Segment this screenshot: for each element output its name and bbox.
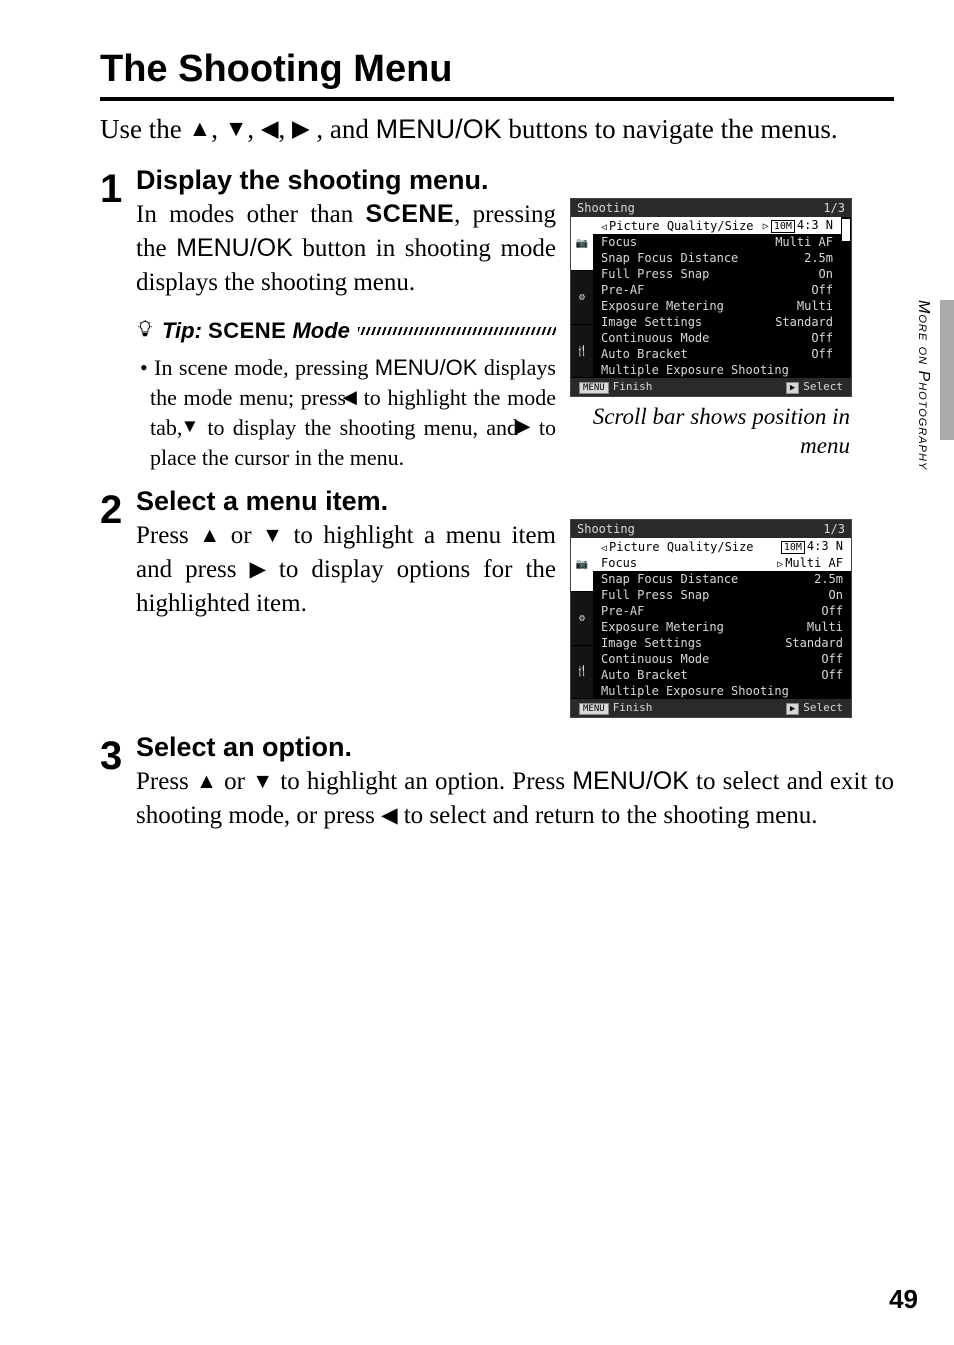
left-icon-2: ◀ <box>353 389 357 408</box>
menu-ok-label-3: MENU/OK <box>375 355 478 380</box>
step-3-num: 3 <box>100 732 136 833</box>
tip-scene: SCENE <box>208 318 286 343</box>
s3c: to highlight an option. Press <box>273 768 572 795</box>
step-1: 1 Display the shooting menu. In modes ot… <box>100 165 894 472</box>
side-tab <box>940 300 954 440</box>
step-1-head: Display the shooting menu. <box>136 165 894 196</box>
intro-a: Use the <box>100 114 188 144</box>
sep: , <box>247 114 261 144</box>
step-2: 2 Select a menu item. Press ▲ or ▼ to hi… <box>100 486 894 718</box>
step-3: 3 Select an option. Press ▲ or ▼ to high… <box>100 732 894 833</box>
step-2-num: 2 <box>100 486 136 718</box>
menu-ok-label-2: MENU/OK <box>176 234 293 262</box>
bullet: • <box>140 355 148 380</box>
tip-label: Tip: <box>162 318 202 343</box>
s3e: to select and return to the shooting men… <box>397 802 817 829</box>
left-icon: ◀ <box>261 118 279 141</box>
up-icon-2: ▲ <box>199 525 220 546</box>
s3a: Press <box>136 768 196 795</box>
tip-header: Tip: SCENE Mode <box>136 314 556 348</box>
hatch-divider <box>358 327 556 335</box>
bulb-icon <box>136 314 154 348</box>
ta: In scene mode, pressing <box>154 355 375 380</box>
side-label: More on Photography <box>914 300 932 470</box>
intro-b: , and <box>316 114 375 144</box>
s2a: Press <box>136 522 199 549</box>
step-1-num: 1 <box>100 165 136 472</box>
tip-mode: Mode <box>292 318 349 343</box>
sep: , <box>211 114 225 144</box>
tip-body: • In scene mode, pressing MENU/OK displa… <box>136 353 556 472</box>
up-icon: ▲ <box>188 118 211 141</box>
menu-ok-label-4: MENU/OK <box>572 767 689 795</box>
left-icon-3: ◀ <box>381 805 397 826</box>
right-icon: ▶ <box>292 118 310 141</box>
step-2-head: Select a menu item. <box>136 486 894 517</box>
s2b: or <box>220 522 262 549</box>
screen-caption: Scroll bar shows position in menu <box>570 403 850 461</box>
up-icon-3: ▲ <box>196 771 217 792</box>
scene-word: SCENE <box>366 200 455 228</box>
page-number: 49 <box>889 1284 918 1315</box>
sep: , <box>279 114 293 144</box>
camera-screen-2: Shooting1/3📷⚙🍴◁Picture Quality/Size10M4:… <box>570 519 852 718</box>
s1a: In modes other than <box>136 201 366 228</box>
right-icon-3: ▶ <box>250 559 266 580</box>
down-icon-2: ▼ <box>191 418 200 437</box>
page-title: The Shooting Menu <box>100 48 894 101</box>
s3b: or <box>217 768 252 795</box>
right-icon-2: ▶ <box>526 418 530 437</box>
down-icon-3: ▼ <box>262 525 283 546</box>
step-3-head: Select an option. <box>136 732 894 763</box>
intro-text: Use the ▲, ▼, ◀, ▶ , and MENU/OK buttons… <box>100 111 894 147</box>
down-icon-4: ▼ <box>252 771 273 792</box>
td: to display the shooting menu, and <box>199 415 526 440</box>
menu-ok-label: MENU/OK <box>376 114 502 144</box>
intro-c: buttons to navigate the menus. <box>508 114 837 144</box>
down-icon: ▼ <box>225 118 248 141</box>
camera-screen-1: Shooting1/3📷⚙🍴◁Picture Quality/Size▷10M4… <box>570 198 852 397</box>
